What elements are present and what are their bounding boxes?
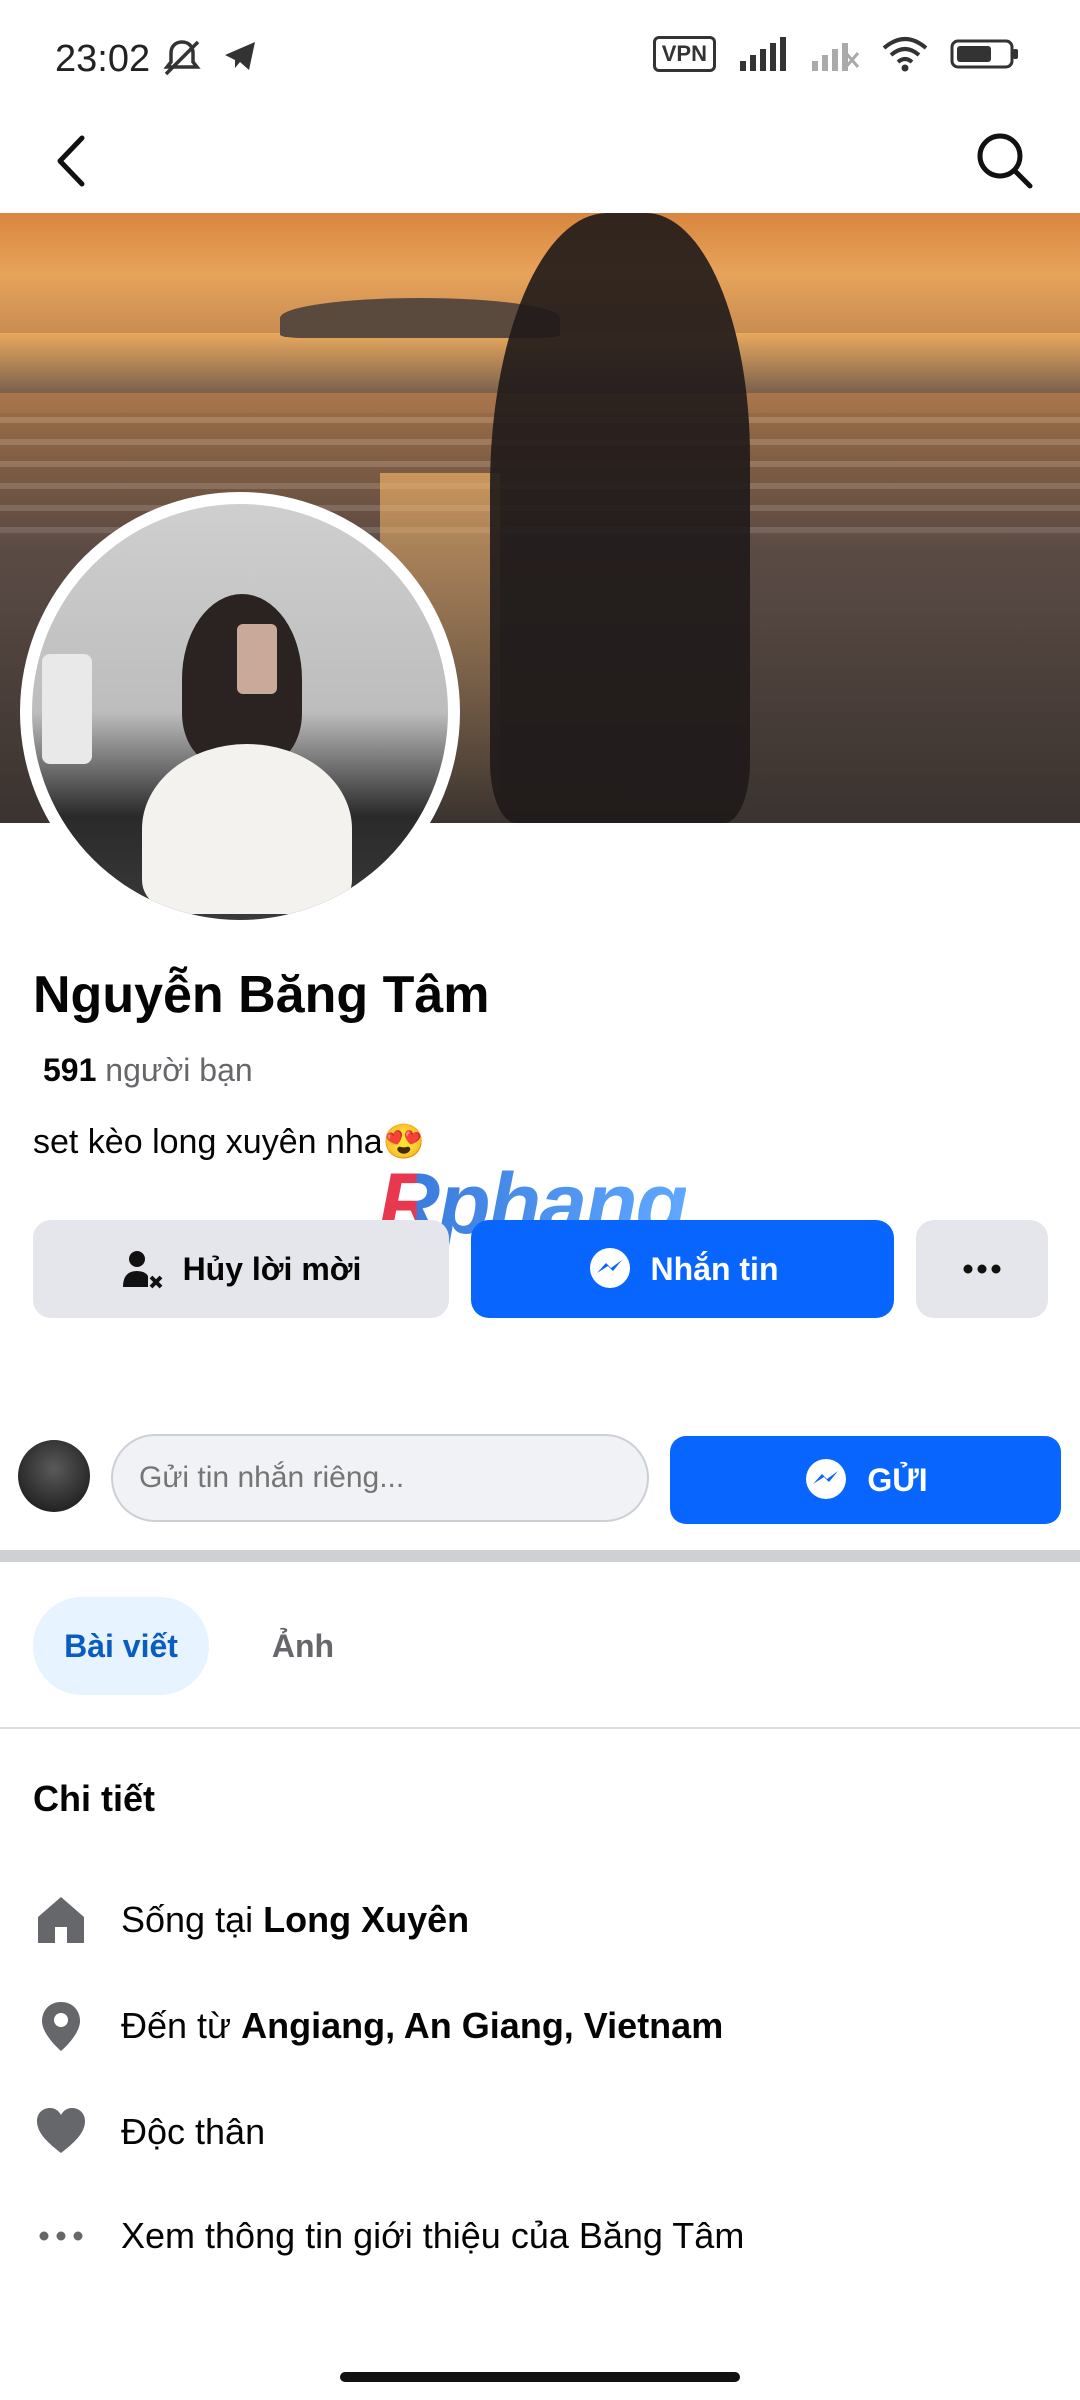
details-title: Chi tiết [33, 1778, 155, 1819]
user-remove-icon [122, 1251, 162, 1289]
from-value[interactable]: Angiang, An Giang, Vietnam [241, 2005, 723, 2046]
avatar-dress [142, 744, 352, 914]
signal-2-icon [812, 43, 860, 71]
cancel-request-button[interactable]: Hủy lời mời [33, 1220, 449, 1318]
heart-icon [33, 2104, 89, 2160]
profile-picture-image [32, 504, 448, 920]
cover-figure-silhouette [490, 213, 750, 823]
detail-see-about[interactable]: Xem thông tin giới thiệu của Băng Tâm [33, 2196, 1043, 2276]
mute-icon [163, 40, 201, 76]
message-button[interactable]: Nhắn tin [471, 1220, 894, 1318]
search-button[interactable] [970, 126, 1040, 196]
tab-posts[interactable]: Bài viết [33, 1597, 209, 1695]
send-button[interactable]: GỬI [670, 1436, 1061, 1524]
vpn-badge: VPN [652, 36, 716, 72]
current-user-avatar [18, 1440, 90, 1512]
avatar-phone [237, 624, 277, 694]
detail-lives-in: Sống tại Long Xuyên [33, 1880, 1043, 1960]
top-nav [0, 110, 1080, 210]
more-dots-icon [963, 1264, 1001, 1274]
detail-from: Đến từ Angiang, An Giang, Vietnam [33, 1986, 1043, 2066]
status-left-icons [160, 38, 258, 78]
lives-prefix: Sống tại [121, 1899, 264, 1940]
status-bar: 23:02 VPN [0, 0, 1080, 110]
back-arrow-icon [57, 135, 85, 187]
private-message-input[interactable] [111, 1434, 649, 1522]
location-pin-icon [33, 1998, 89, 2054]
message-label: Nhắn tin [650, 1250, 779, 1287]
send-label: GỬI [867, 1461, 928, 1498]
tab-photos[interactable]: Ảnh [243, 1597, 363, 1695]
telegram-icon [225, 42, 255, 70]
messenger-icon [806, 1459, 847, 1499]
see-about-text[interactable]: Xem thông tin giới thiệu của Băng Tâm [121, 2215, 744, 2257]
tabs-divider [0, 1727, 1080, 1729]
lives-value[interactable]: Long Xuyên [263, 1899, 469, 1940]
home-icon [33, 1892, 89, 1948]
home-indicator[interactable] [340, 2372, 740, 2382]
status-right-icons: VPN [652, 36, 1020, 72]
status-time: 23:02 [55, 38, 151, 80]
back-button[interactable] [40, 126, 110, 196]
from-prefix: Đến từ [121, 2005, 242, 2046]
friends-count[interactable]: 591 người bạn [43, 1052, 253, 1089]
signal-icon [740, 37, 786, 71]
cancel-request-label: Hủy lời mời [182, 1250, 362, 1287]
detail-relationship: Độc thân [33, 2092, 1043, 2172]
wifi-icon [882, 37, 928, 72]
friends-label: người bạn [105, 1052, 253, 1088]
profile-picture[interactable] [20, 492, 460, 932]
profile-name: Nguyễn Băng Tâm [33, 966, 490, 1024]
profile-bio: set kèo long xuyên nha😍 [33, 1123, 426, 1161]
relationship-text: Độc thân [121, 2111, 266, 2152]
avatar-dispenser [42, 654, 92, 764]
messenger-icon [589, 1248, 630, 1288]
friends-number: 591 [43, 1052, 97, 1088]
search-icon [977, 133, 1033, 189]
battery-icon [950, 39, 1018, 69]
section-divider [0, 1550, 1080, 1562]
more-dots-icon [33, 2208, 89, 2264]
more-button[interactable] [916, 1220, 1048, 1318]
